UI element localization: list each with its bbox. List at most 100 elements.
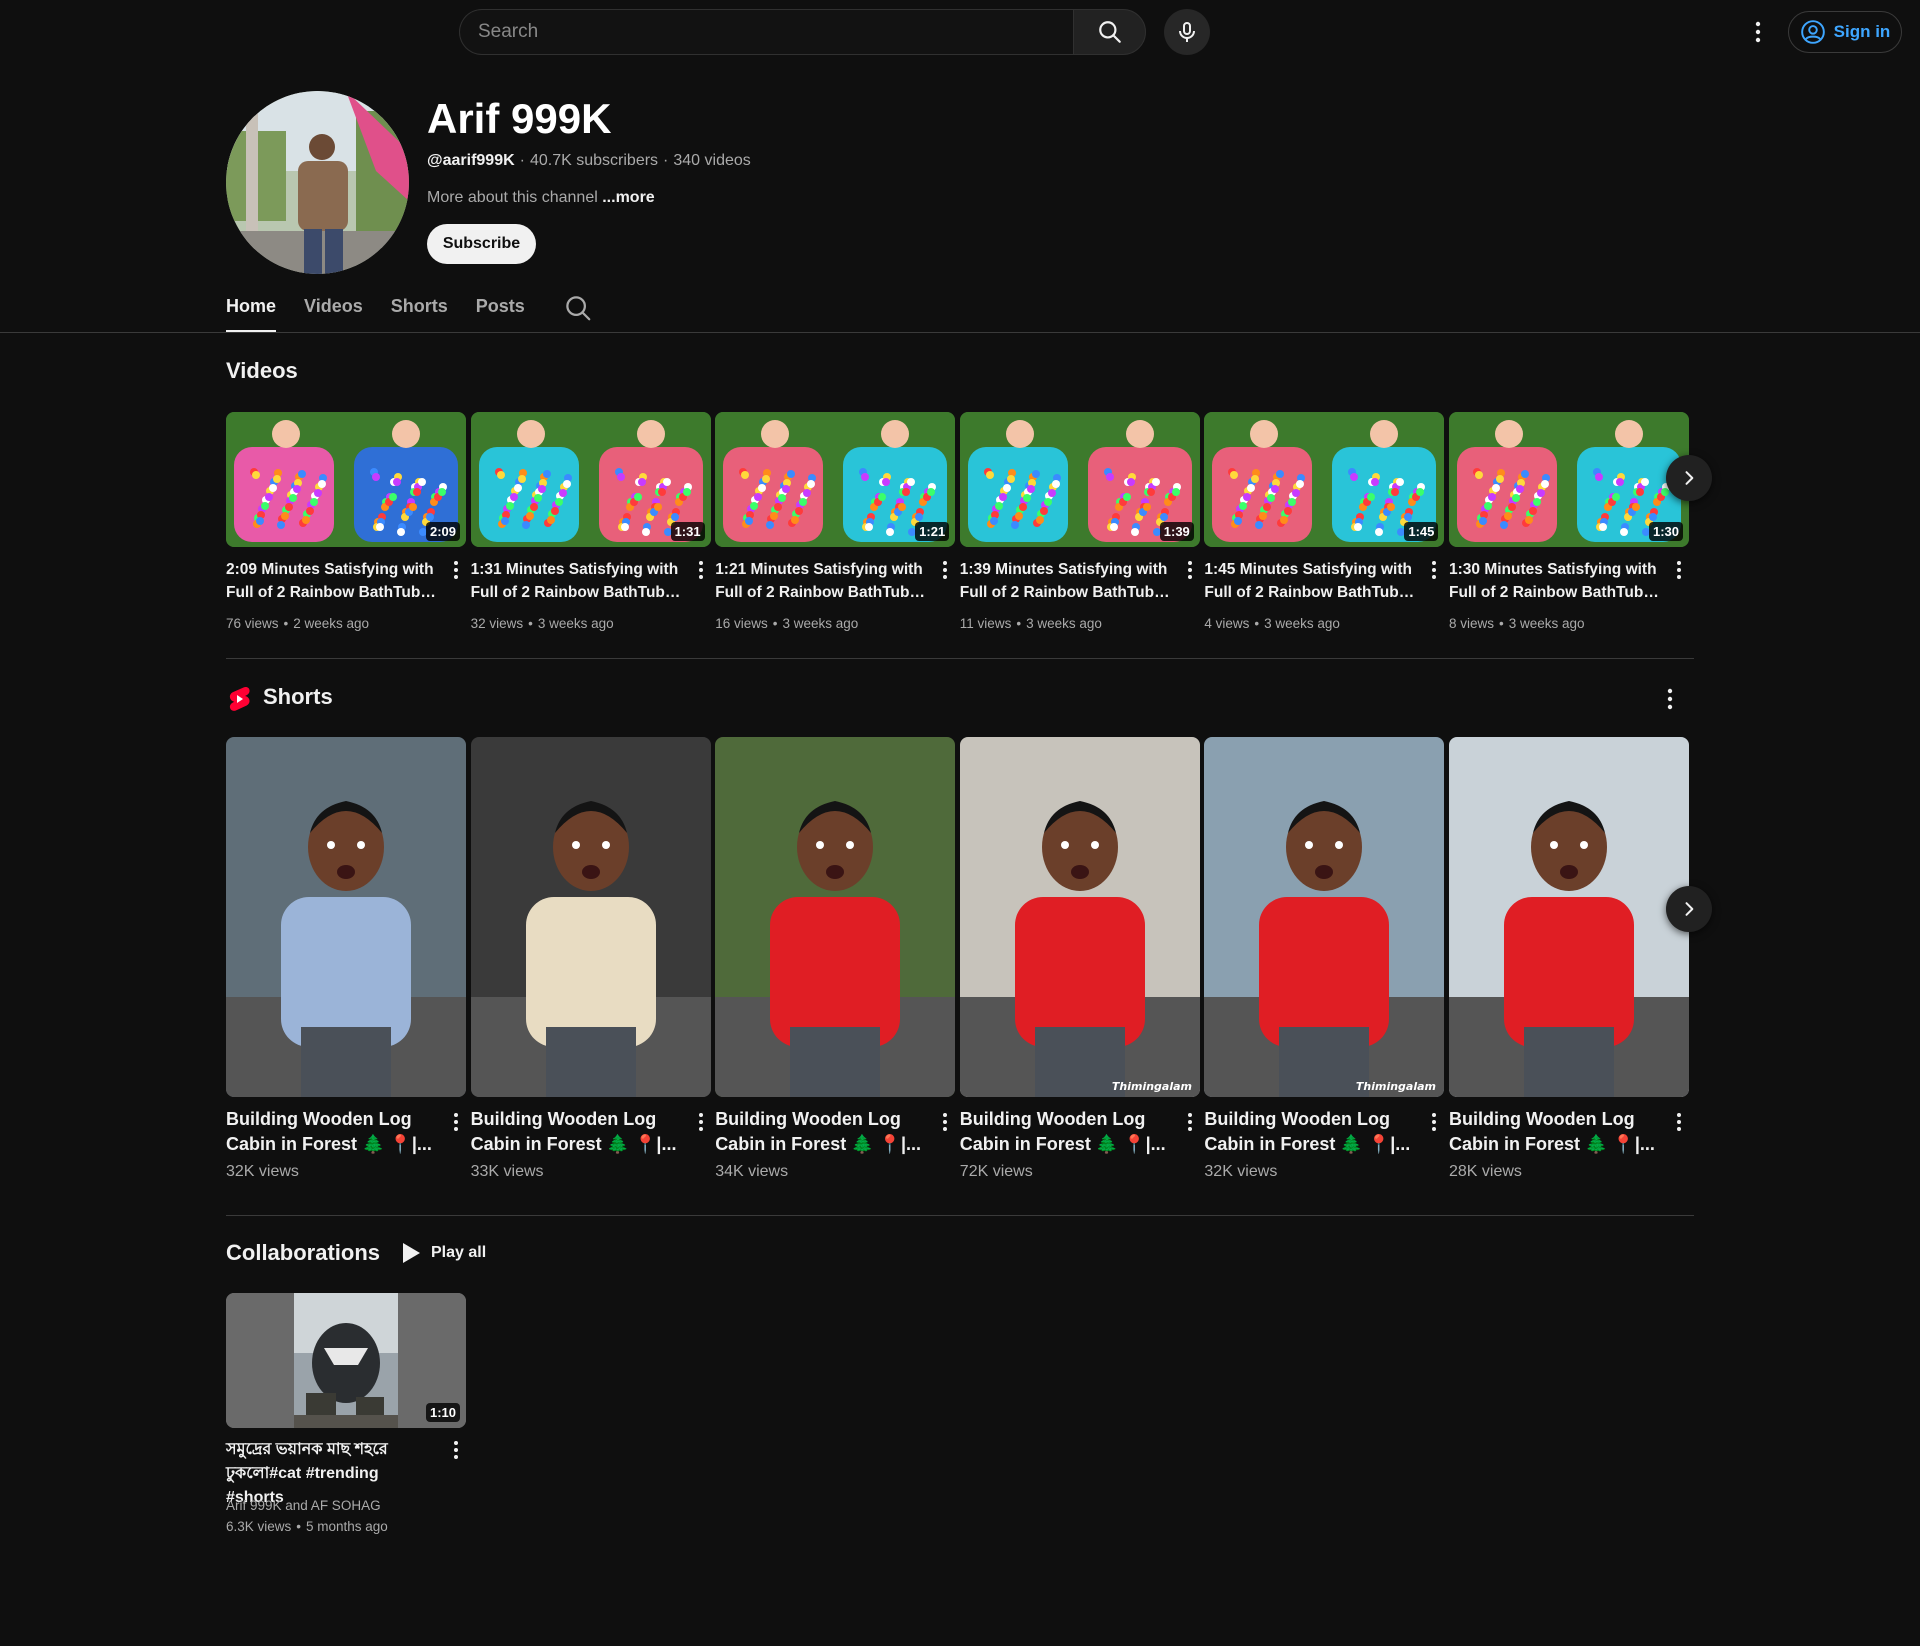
- video-title[interactable]: 2:09 Minutes Satisfying with Full of 2 R…: [226, 558, 436, 604]
- svg-text:Thimingalam: Thimingalam: [1356, 1080, 1436, 1093]
- video-card[interactable]: 1:39 1:39 Minutes Satisfying with Full o…: [959, 412, 1200, 631]
- short-title[interactable]: Building Wooden Log Cabin in Forest 🌲 📍|…: [715, 1107, 925, 1157]
- short-thumbnail[interactable]: Thimingalam: [959, 737, 1200, 1097]
- video-views: 76 views: [226, 616, 279, 631]
- video-title[interactable]: 1:30 Minutes Satisfying with Full of 2 R…: [1449, 558, 1659, 604]
- short-title[interactable]: Building Wooden Log Cabin in Forest 🌲 📍|…: [960, 1107, 1170, 1157]
- video-age: 3 weeks ago: [1508, 616, 1585, 631]
- video-menu-button[interactable]: [1669, 558, 1689, 582]
- short-views: 32K views: [1204, 1163, 1278, 1180]
- collab-channels[interactable]: Arif 999K and AF SOHAG: [226, 1495, 388, 1516]
- video-card[interactable]: 1:45 1:45 Minutes Satisfying with Full o…: [1204, 412, 1445, 631]
- video-title[interactable]: 1:31 Minutes Satisfying with Full of 2 R…: [471, 558, 681, 604]
- video-meta: 76 views • 2 weeks ago: [226, 616, 370, 631]
- short-card[interactable]: Thimingalam Building Wooden Log Cabin in…: [959, 737, 1200, 1180]
- short-card[interactable]: Building Wooden Log Cabin in Forest 🌲 📍|…: [1449, 737, 1689, 1180]
- more-vert-icon: [1755, 21, 1761, 43]
- short-card[interactable]: Building Wooden Log Cabin in Forest 🌲 📍|…: [715, 737, 956, 1180]
- short-thumbnail[interactable]: [1449, 737, 1689, 1097]
- short-title[interactable]: Building Wooden Log Cabin in Forest 🌲 📍|…: [1204, 1107, 1414, 1157]
- settings-menu-button[interactable]: [1740, 14, 1776, 50]
- short-menu-button[interactable]: [935, 1110, 955, 1134]
- collab-video-card[interactable]: 1:10 সমুদ্রের ভয়ানক মাছ শহরে ঢুকলো#cat …: [226, 1293, 466, 1534]
- collab-video-meta: Arif 999K and AF SOHAG 6.3K views • 5 mont…: [226, 1495, 388, 1537]
- tabs-divider: [0, 332, 1920, 333]
- subscriber-count: 40.7K subscribers: [529, 152, 659, 169]
- short-thumbnail[interactable]: [226, 737, 466, 1097]
- section-divider: [226, 1215, 1694, 1216]
- video-thumbnail[interactable]: 2:09: [226, 412, 466, 547]
- channel-avatar: [226, 91, 409, 274]
- short-card[interactable]: Thimingalam Building Wooden Log Cabin in…: [1204, 737, 1445, 1180]
- more-vert-icon: [1187, 561, 1192, 579]
- video-card[interactable]: 1:31 1:31 Minutes Satisfying with Full o…: [470, 412, 711, 631]
- shorts-section-title: Shorts: [263, 684, 333, 709]
- short-views: 28K views: [1449, 1163, 1522, 1180]
- channel-meta: @aarif999K · 40.7K subscribers · 340 videos: [427, 152, 751, 169]
- video-meta: 8 views • 3 weeks ago: [1449, 616, 1585, 631]
- tab-shorts[interactable]: Shorts: [391, 285, 448, 333]
- sign-in-button[interactable]: Sign in: [1788, 11, 1902, 53]
- video-thumbnail[interactable]: 1:39: [959, 412, 1200, 547]
- video-menu-button[interactable]: [935, 558, 955, 582]
- video-age: 2 weeks ago: [293, 616, 370, 631]
- play-all-button[interactable]: Play all: [401, 1242, 486, 1264]
- short-menu-button[interactable]: [1669, 1110, 1689, 1134]
- play-all-label: Play all: [431, 1244, 487, 1261]
- video-duration: 1:45: [1404, 522, 1439, 541]
- video-views: 11 views: [959, 616, 1012, 631]
- video-menu-button[interactable]: [691, 558, 711, 582]
- search-button[interactable]: [1073, 9, 1146, 55]
- short-menu-button[interactable]: [446, 1110, 466, 1134]
- video-thumbnail[interactable]: 1:31: [470, 412, 711, 547]
- short-thumbnail[interactable]: Thimingalam: [1204, 737, 1445, 1097]
- video-menu-button[interactable]: [446, 558, 466, 582]
- collab-age: 5 months ago: [306, 1519, 388, 1534]
- shorts-section-menu-button[interactable]: [1660, 686, 1680, 712]
- play-icon: [403, 1243, 420, 1263]
- video-meta: 4 views • 3 weeks ago: [1204, 616, 1340, 631]
- collab-video-menu-button[interactable]: [446, 1438, 466, 1462]
- collab-video-thumbnail[interactable]: 1:10: [226, 1293, 466, 1428]
- channel-name: Arif 999K: [427, 95, 612, 142]
- short-menu-button[interactable]: [691, 1110, 711, 1134]
- video-menu-button[interactable]: [1424, 558, 1444, 582]
- video-title[interactable]: 1:45 Minutes Satisfying with Full of 2 R…: [1204, 558, 1414, 604]
- more-vert-icon: [454, 561, 458, 579]
- short-thumbnail[interactable]: [470, 737, 711, 1097]
- video-meta: 16 views • 3 weeks ago: [715, 616, 859, 631]
- subscribe-button[interactable]: Subscribe: [427, 224, 536, 264]
- videos-next-button[interactable]: [1666, 455, 1712, 501]
- tab-videos[interactable]: Videos: [304, 285, 363, 333]
- short-thumbnail[interactable]: [715, 737, 956, 1097]
- video-title[interactable]: 1:21 Minutes Satisfying with Full of 2 R…: [715, 558, 925, 604]
- tab-posts[interactable]: Posts: [476, 285, 525, 333]
- video-thumbnail[interactable]: 1:30: [1449, 412, 1689, 547]
- channel-about-link[interactable]: More about this channel ...more: [427, 189, 655, 207]
- tab-home[interactable]: Home: [226, 285, 277, 333]
- short-title[interactable]: Building Wooden Log Cabin in Forest 🌲 📍|…: [471, 1107, 681, 1157]
- channel-search-button[interactable]: [563, 293, 593, 323]
- more-vert-icon: [1667, 688, 1673, 710]
- short-title[interactable]: Building Wooden Log Cabin in Forest 🌲 📍|…: [1449, 1107, 1659, 1157]
- short-menu-button[interactable]: [1180, 1110, 1200, 1134]
- voice-search-button[interactable]: [1164, 9, 1210, 55]
- video-menu-button[interactable]: [1180, 558, 1200, 582]
- search-input[interactable]: [459, 9, 1073, 55]
- short-title[interactable]: Building Wooden Log Cabin in Forest 🌲 📍|…: [226, 1107, 436, 1157]
- channel-about-text: More about this channel: [427, 189, 598, 206]
- short-menu-button[interactable]: [1424, 1110, 1444, 1134]
- shorts-next-button[interactable]: [1666, 886, 1712, 932]
- video-card[interactable]: 2:09 2:09 Minutes Satisfying with Full o…: [226, 412, 466, 631]
- video-card[interactable]: 1:30 1:30 Minutes Satisfying with Full o…: [1449, 412, 1689, 631]
- channel-tabs: Home Videos Shorts Posts: [226, 285, 553, 333]
- video-thumbnail[interactable]: 1:45: [1204, 412, 1445, 547]
- video-thumbnail[interactable]: 1:21: [715, 412, 956, 547]
- video-card[interactable]: 1:21 1:21 Minutes Satisfying with Full o…: [715, 412, 956, 631]
- svg-text:Thimingalam: Thimingalam: [1112, 1080, 1192, 1093]
- short-card[interactable]: Building Wooden Log Cabin in Forest 🌲 📍|…: [226, 737, 466, 1180]
- short-card[interactable]: Building Wooden Log Cabin in Forest 🌲 📍|…: [470, 737, 711, 1180]
- youtube-channel-page: Sign in Arif 999K @aarif999K·40.7K subsc…: [0, 0, 1920, 1646]
- video-title[interactable]: 1:39 Minutes Satisfying with Full of 2 R…: [960, 558, 1170, 604]
- more-vert-icon: [1187, 1113, 1192, 1131]
